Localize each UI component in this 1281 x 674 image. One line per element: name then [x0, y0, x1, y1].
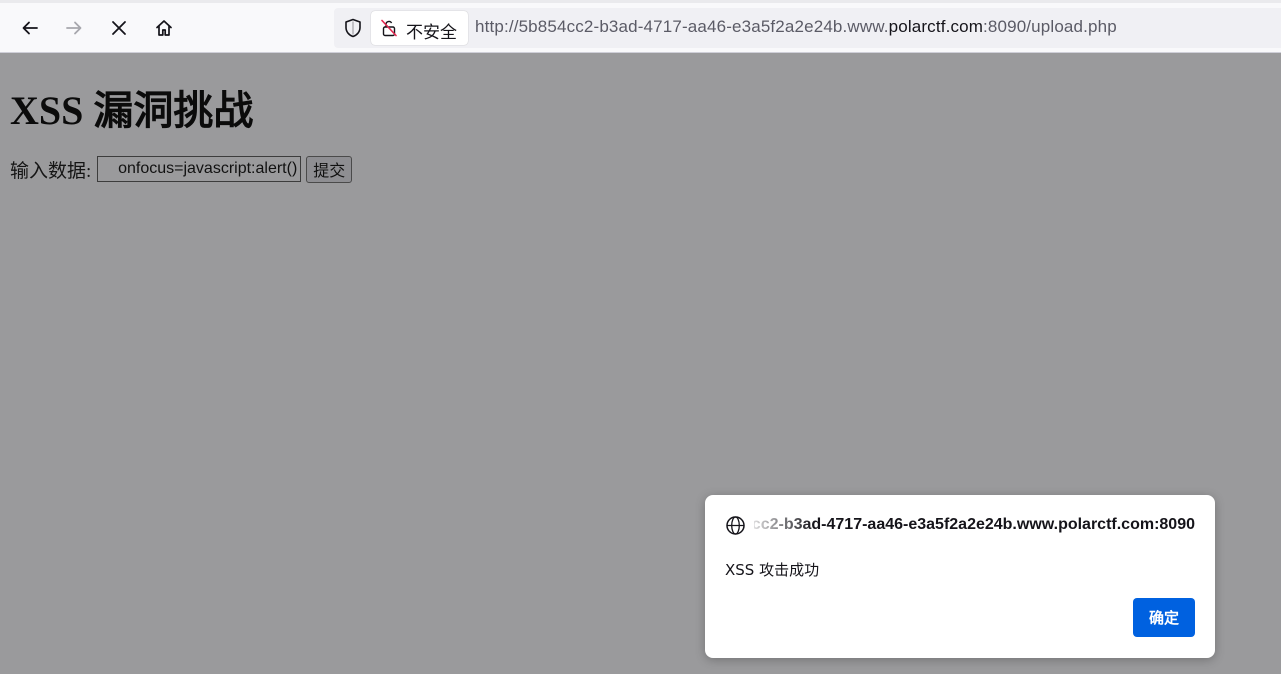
close-icon: [112, 21, 126, 35]
arrow-left-icon: [22, 21, 38, 35]
site-security-button[interactable]: 不安全: [371, 11, 468, 45]
insecure-label: 不安全: [406, 23, 457, 43]
arrow-right-icon: [66, 21, 82, 35]
home-icon: [156, 20, 172, 36]
alert-dialog: 5b854cc2-b3ad-4717-aa46-e3a5f2a2e24b.www…: [705, 495, 1215, 658]
dialog-origin: 5b854cc2-b3ad-4717-aa46-e3a5f2a2e24b.www…: [754, 516, 1195, 534]
url-host: polarctf.com: [888, 17, 984, 36]
broken-lock-icon: [381, 19, 397, 37]
browser-toolbar: 不安全 http://5b854cc2-b3ad-4717-aa46-e3a5f…: [0, 0, 1281, 53]
dialog-origin-text: 5b854cc2-b3ad-4717-aa46-e3a5f2a2e24b.www…: [754, 516, 1195, 533]
page-title: XSS 漏洞挑战: [10, 88, 254, 133]
forward-button[interactable]: [58, 12, 90, 44]
data-input[interactable]: onfocus=javascript:alert(): [97, 156, 302, 182]
stop-button[interactable]: [103, 12, 135, 44]
tab-strip-edge: [0, 0, 1281, 3]
home-button[interactable]: [148, 12, 180, 44]
address-bar[interactable]: 不安全 http://5b854cc2-b3ad-4717-aa46-e3a5f…: [334, 8, 1281, 48]
input-label: 输入数据:: [10, 160, 92, 182]
dialog-message: XSS 攻击成功: [725, 561, 820, 579]
back-button[interactable]: [14, 12, 46, 44]
submit-button[interactable]: 提交: [306, 155, 353, 183]
url-text[interactable]: http://5b854cc2-b3ad-4717-aa46-e3a5f2a2e…: [475, 17, 1117, 37]
url-suffix: :8090/upload.php: [983, 17, 1117, 36]
globe-icon: [726, 516, 745, 535]
shield-icon[interactable]: [342, 17, 364, 39]
data-input-value: onfocus=javascript:alert(): [118, 160, 298, 177]
url-prefix: http://5b854cc2-b3ad-4717-aa46-e3a5f2a2e…: [475, 17, 889, 36]
xss-form: 输入数据: onfocus=javascript:alert() 提交: [10, 155, 353, 183]
ok-button[interactable]: 确定: [1133, 598, 1195, 637]
